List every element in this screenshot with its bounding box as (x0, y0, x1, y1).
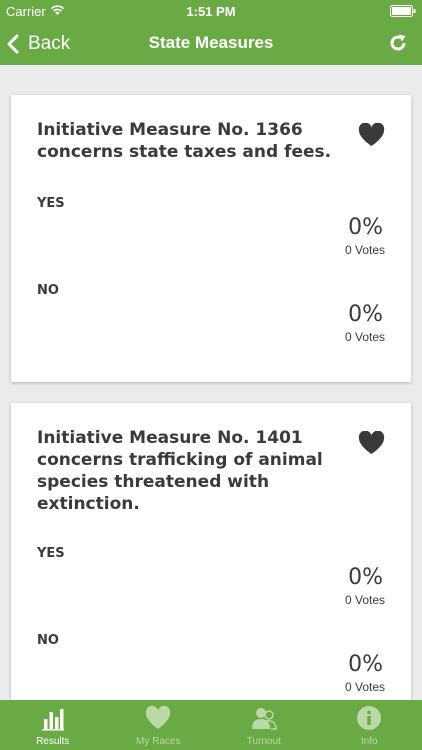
heart-icon[interactable] (358, 431, 385, 455)
option-votes: 0 Votes (344, 330, 385, 344)
measure-card: Initiative Measure No. 1401 concerns tra… (11, 403, 411, 700)
tab-label: Results (36, 736, 70, 747)
option-label-yes: YES (37, 546, 65, 561)
option-label-yes: YES (37, 196, 65, 211)
tab-label: Info (360, 736, 378, 747)
tab-results[interactable]: Results (0, 700, 106, 750)
bar-chart-icon (41, 709, 64, 731)
battery-icon (390, 5, 416, 17)
tab-bar: Results My Races Turnout Info (0, 700, 422, 750)
measure-title: Initiative Measure No. 1366 concerns sta… (37, 120, 332, 162)
option-percent: 0% (348, 565, 383, 590)
status-bar: Carrier 1:51 PM (0, 0, 422, 22)
option-label-no: NO (37, 283, 59, 298)
tab-my-races[interactable]: My Races (106, 700, 212, 750)
page-title: State Measures (148, 33, 274, 52)
measures-list[interactable]: Initiative Measure No. 1366 concerns sta… (0, 65, 422, 700)
clock: 1:51 PM (186, 4, 236, 19)
option-percent: 0% (348, 652, 383, 677)
tab-turnout[interactable]: Turnout (211, 700, 317, 750)
option-votes: 0 Votes (344, 243, 385, 257)
option-votes: 0 Votes (344, 593, 385, 607)
tab-info[interactable]: Info (317, 700, 422, 750)
option-votes: 0 Votes (344, 680, 385, 694)
info-icon (357, 706, 382, 730)
heart-icon (146, 705, 171, 729)
app-header: Carrier 1:51 PM Back State Measures (0, 0, 422, 65)
measure-title: Initiative Measure No. 1401 concerns tra… (37, 428, 323, 514)
tab-label: Turnout (246, 736, 281, 747)
measure-card: Initiative Measure No. 1366 concerns sta… (11, 95, 411, 382)
option-percent: 0% (348, 215, 383, 240)
option-percent: 0% (348, 302, 383, 327)
refresh-icon[interactable] (388, 33, 408, 53)
people-icon (251, 708, 277, 730)
option-label-no: NO (37, 633, 59, 648)
heart-icon[interactable] (358, 123, 385, 147)
tab-label: My Races (136, 736, 181, 747)
